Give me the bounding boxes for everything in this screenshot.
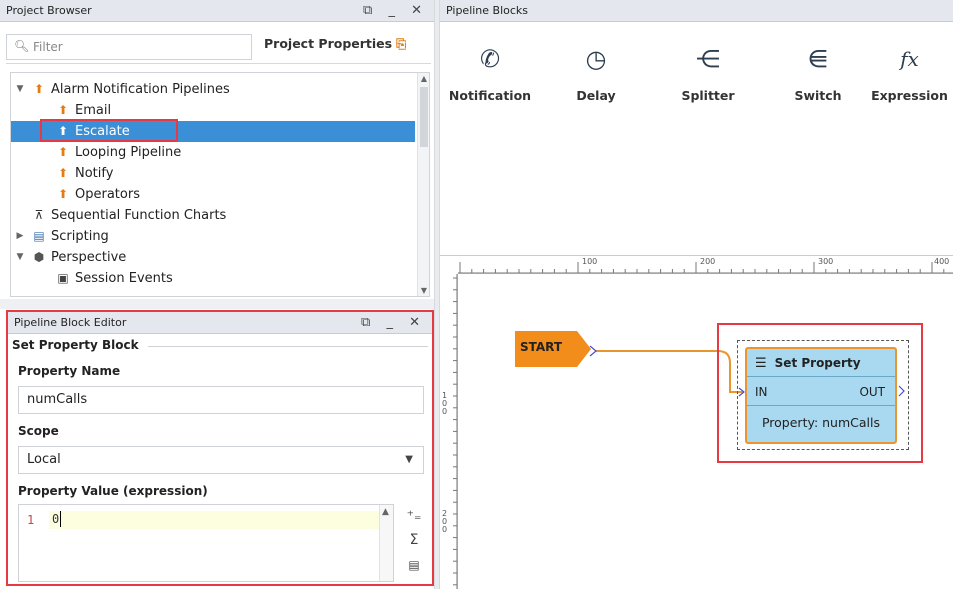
list-settings-icon: ☰: [755, 356, 767, 371]
set-property-header: ☰ Set Property: [747, 349, 895, 377]
out-port-label[interactable]: OUT: [859, 378, 885, 406]
connection-layer: [589, 345, 905, 397]
property-summary: Property: numCalls: [761, 415, 881, 430]
start-label: START: [519, 340, 563, 354]
set-property-block[interactable]: ☰ Set Property IN OUT Property: numCalls: [745, 347, 897, 444]
set-property-ports: IN OUT: [747, 378, 895, 406]
set-property-title: Set Property: [774, 356, 861, 370]
in-port-label[interactable]: IN: [755, 378, 768, 406]
